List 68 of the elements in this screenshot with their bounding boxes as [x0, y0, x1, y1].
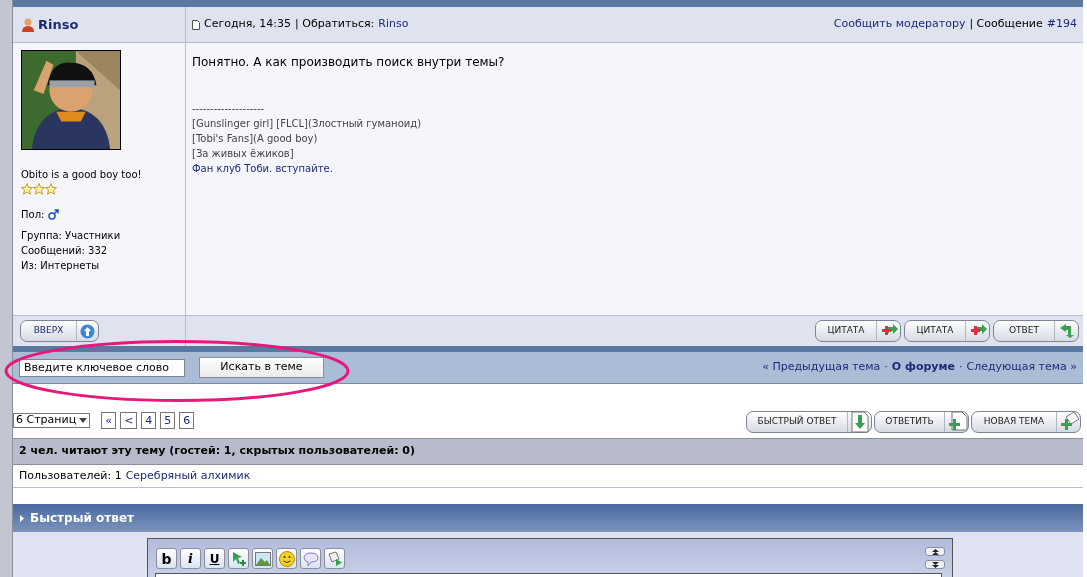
- page-link[interactable]: 6: [179, 412, 195, 429]
- topic-button[interactable]: ОТВЕТИТЬ: [874, 411, 969, 433]
- down-arrow-page-icon: [850, 411, 869, 433]
- double-up-icon: [931, 548, 939, 555]
- post-number-link[interactable]: #194: [1046, 16, 1077, 33]
- signature-line: --------------------: [192, 102, 266, 116]
- reply-label: | Обратиться:: [295, 16, 375, 33]
- section-title: Быстрый ответ: [30, 510, 134, 527]
- expand-up-button[interactable]: [925, 547, 945, 556]
- top-button[interactable]: ВВЕРХ: [20, 320, 99, 342]
- star-icon: [21, 183, 33, 195]
- document-icon: [192, 19, 200, 30]
- double-down-icon: [931, 561, 939, 568]
- expand-down-button[interactable]: [925, 560, 945, 569]
- nav-link[interactable]: « Предыдущая тема: [762, 359, 881, 376]
- smiley-icon: [278, 550, 295, 567]
- toolbar-button[interactable]: [252, 548, 273, 569]
- format-button[interactable]: U: [204, 548, 225, 569]
- post-date: Сегодня, 14:35: [204, 16, 292, 33]
- toolbar-button[interactable]: [276, 548, 297, 569]
- dropdown-caret-icon: [79, 418, 88, 423]
- gender-label: Пол:: [21, 208, 45, 222]
- topic-button[interactable]: БЫСТРЫЙ ОТВЕТ: [746, 411, 872, 433]
- user-icon: [22, 17, 34, 32]
- toolbar-button[interactable]: [324, 548, 345, 569]
- topic-button[interactable]: НОВАЯ ТЕМА: [971, 411, 1081, 433]
- viewers-summary: 2 чел. читают эту тему (гостей: 1, скрытых пользователей: 0): [19, 443, 416, 460]
- action-button[interactable]: ЦИТАТА: [904, 320, 990, 342]
- image-icon: [254, 551, 271, 566]
- toolbar-button[interactable]: [300, 548, 321, 569]
- expand-arrow-icon[interactable]: [20, 514, 24, 522]
- format-button[interactable]: i: [180, 548, 201, 569]
- author-name[interactable]: Rinso: [38, 14, 79, 35]
- search-button[interactable]: Искать в теме: [199, 357, 324, 378]
- film-play-icon: [326, 550, 343, 567]
- reply-link[interactable]: Rinso: [378, 16, 409, 33]
- nav-link[interactable]: О форуме: [891, 359, 955, 376]
- signature-line: [Tobi's Fans](A good boy): [192, 132, 319, 146]
- post-label: | Сообщение: [969, 16, 1043, 33]
- toolbar-button[interactable]: [228, 548, 249, 569]
- page-link[interactable]: «: [101, 412, 117, 429]
- profile-field: Группа: Участники: [21, 228, 185, 243]
- page-link[interactable]: <: [120, 412, 138, 429]
- page-link[interactable]: 4: [141, 412, 157, 429]
- page-link[interactable]: 5: [160, 412, 176, 429]
- male-icon: [48, 209, 60, 220]
- pages-dropdown[interactable]: 6 Страниц: [13, 413, 91, 428]
- format-button[interactable]: b: [156, 548, 177, 569]
- star-icon: [33, 183, 45, 195]
- action-button[interactable]: ОТВЕТ: [993, 320, 1079, 342]
- separator-dot: ·: [884, 359, 888, 376]
- star-icon: [45, 183, 57, 195]
- profile-field: Из: Интернеты: [21, 258, 185, 273]
- member-title: Obito is a good boy too!: [21, 168, 143, 182]
- signature-line: [Gunslinger girl] [FLCL](Злостный гуманоид): [192, 117, 423, 131]
- signature-line: [За живых ёжиков]: [192, 147, 295, 161]
- post-text: Понятно. А как производить поиск внутри темы?: [192, 54, 506, 71]
- report-link[interactable]: Сообщить модератору: [833, 16, 966, 33]
- nav-link[interactable]: Следующая тема »: [966, 359, 1077, 376]
- profile-field: Сообщений: 332: [21, 243, 185, 258]
- user-link[interactable]: Серебряный алхимик: [125, 467, 251, 485]
- users-label: Пользователей: 1: [19, 467, 122, 484]
- cursor-plus-icon: [230, 550, 247, 567]
- search-field[interactable]: Введите ключевое слово: [19, 358, 185, 377]
- speech-bubble-icon: [302, 550, 319, 567]
- action-button[interactable]: ЦИТАТА: [815, 320, 901, 342]
- signature-link[interactable]: Фан клуб Тоби. вступайте.: [192, 161, 1077, 176]
- separator-dot: ·: [959, 359, 963, 376]
